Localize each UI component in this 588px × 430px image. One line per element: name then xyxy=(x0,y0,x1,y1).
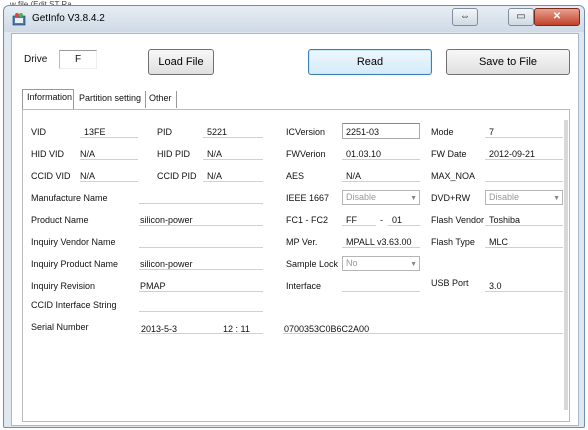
flash-vendor-value: Toshiba xyxy=(489,215,521,225)
client-area: Drive F Load File Read Save to File Info… xyxy=(11,33,579,426)
inquiry-vendor-name-label: Inquiry Vendor Name xyxy=(31,237,116,247)
pid-value: 5221 xyxy=(207,127,228,137)
aes-label: AES xyxy=(286,171,305,181)
vid-label: VID xyxy=(31,127,47,137)
serial-number-label: Serial Number xyxy=(31,322,89,332)
drive-value: F xyxy=(75,54,82,65)
ieee1667-value: Disable xyxy=(346,192,377,202)
swap-icon[interactable]: ⇔ xyxy=(452,8,478,26)
scrollbar[interactable] xyxy=(564,120,568,410)
chevron-down-icon: ▼ xyxy=(410,261,417,268)
inquiry-revision-label: Inquiry Revision xyxy=(31,281,96,291)
tab-information[interactable]: Information xyxy=(22,89,74,109)
hid-pid-value: N/A xyxy=(207,149,223,159)
usb-port-label: USB Port xyxy=(431,278,469,288)
ieee1667-select[interactable]: Disable ▼ xyxy=(342,190,420,205)
read-button[interactable]: Read xyxy=(308,49,432,75)
aes-value: N/A xyxy=(346,171,362,181)
hid-vid-label: HID VID xyxy=(31,149,65,159)
mode-value: 7 xyxy=(489,127,495,137)
window-title: GetInfo V3.8.4.2 xyxy=(32,13,105,24)
mode-label: Mode xyxy=(431,127,454,137)
usb-port-value: 3.0 xyxy=(489,281,502,291)
max-noa-field[interactable] xyxy=(485,168,563,182)
product-name-label: Product Name xyxy=(31,215,89,225)
fw-date-value: 2012-09-21 xyxy=(489,149,536,159)
serial-time-value: 12 : 11 xyxy=(223,324,250,334)
serial-number-value: 0700353C0B6C2A00 xyxy=(284,324,370,334)
flash-vendor-label: Flash Vendor xyxy=(431,215,485,225)
sample-lock-value: No xyxy=(346,258,358,268)
dvd-rw-value: Disable xyxy=(489,192,520,202)
fc1-value: FF xyxy=(346,215,357,225)
ccid-pid-label: CCID PID xyxy=(157,171,197,181)
inquiry-product-name-label: Inquiry Product Name xyxy=(31,259,119,269)
fc-label: FC1 - FC2 xyxy=(286,215,329,225)
hid-vid-value: N/A xyxy=(80,149,96,159)
close-button[interactable]: ✕ xyxy=(534,8,580,26)
flash-type-label: Flash Type xyxy=(431,237,475,247)
save-to-file-button[interactable]: Save to File xyxy=(446,49,570,75)
max-noa-label: MAX_NOA xyxy=(431,171,476,181)
ccid-vid-value: N/A xyxy=(80,171,96,181)
flash-type-value: MLC xyxy=(489,237,509,247)
manufacture-name-field[interactable] xyxy=(139,190,263,204)
sample-lock-select[interactable]: No ▼ xyxy=(342,256,420,271)
chevron-down-icon: ▼ xyxy=(553,195,560,202)
ccid-interface-string-label: CCID Interface String xyxy=(31,300,117,310)
fc2-value: 01 xyxy=(392,215,403,225)
information-panel: VID 13FE PID 5221 ICVersion 2251-03 Mode… xyxy=(22,109,570,422)
ieee1667-label: IEEE 1667 xyxy=(286,193,330,203)
ic-version-label: ICVersion xyxy=(286,127,326,137)
mode-field[interactable] xyxy=(485,124,563,138)
getinfo-window: GetInfo V3.8.4.2 ⇔ ▭ ✕ Drive F Load File… xyxy=(3,5,585,428)
vid-value: 13FE xyxy=(84,127,106,137)
mp-ver-label: MP Ver. xyxy=(286,237,318,247)
ccid-vid-label: CCID VID xyxy=(31,171,71,181)
ccid-interface-string-field[interactable] xyxy=(139,298,263,312)
drive-label: Drive xyxy=(24,54,48,65)
mp-ver-value: MPALL v3.63.00 xyxy=(346,237,412,247)
fw-version-value: 01.03.10 xyxy=(346,149,382,159)
hid-pid-label: HID PID xyxy=(157,149,191,159)
load-file-button[interactable]: Load File xyxy=(148,49,214,75)
dvd-rw-label: DVD+RW xyxy=(431,193,471,203)
fw-date-label: FW Date xyxy=(431,149,467,159)
title-bar[interactable]: GetInfo V3.8.4.2 ⇔ ▭ ✕ xyxy=(4,6,584,32)
manufacture-name-label: Manufacture Name xyxy=(31,193,108,203)
product-name-value: silicon-power xyxy=(140,215,193,225)
interface-label: Interface xyxy=(286,281,322,291)
inquiry-vendor-name-field[interactable] xyxy=(139,234,263,248)
inquiry-revision-value: PMAP xyxy=(140,281,166,291)
fc-separator: - xyxy=(380,215,383,225)
ccid-pid-value: N/A xyxy=(207,171,223,181)
pid-label: PID xyxy=(157,127,173,137)
interface-field[interactable] xyxy=(342,278,420,292)
serial-date-value: 2013-5-3 xyxy=(141,324,178,334)
tab-other[interactable]: Other xyxy=(145,91,177,108)
chevron-down-icon: ▼ xyxy=(410,195,417,202)
app-icon xyxy=(12,13,26,26)
sample-lock-label: Sample Lock xyxy=(286,259,339,269)
dvd-rw-select[interactable]: Disable ▼ xyxy=(485,190,563,205)
minimize-button[interactable]: ▭ xyxy=(508,8,534,26)
fw-version-label: FWVerion xyxy=(286,149,326,159)
ic-version-value: 2251-03 xyxy=(346,127,380,137)
tab-partition-setting[interactable]: Partition setting xyxy=(75,91,147,108)
inquiry-product-name-value: silicon-power xyxy=(140,259,193,269)
